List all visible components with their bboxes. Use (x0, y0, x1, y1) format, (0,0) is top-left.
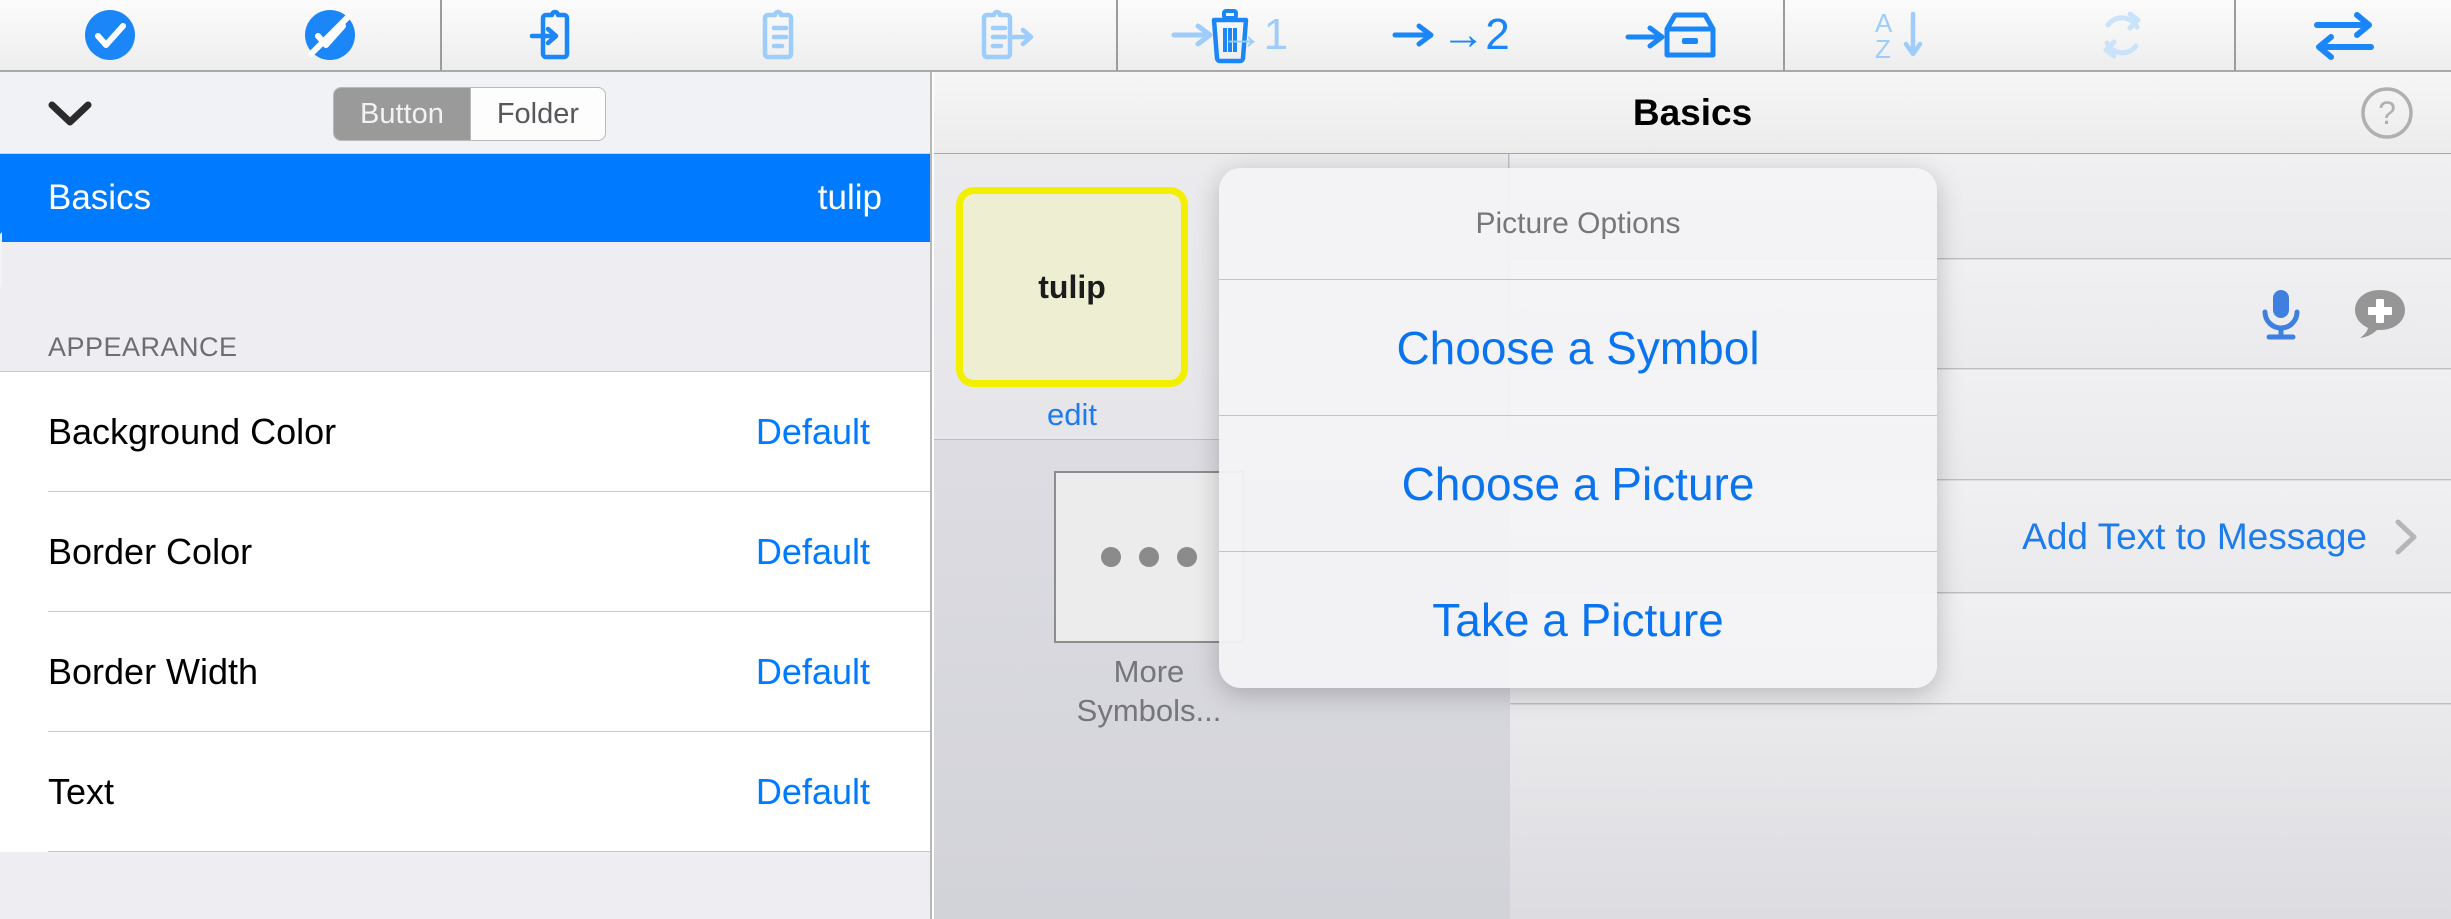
selected-item-value: tulip (817, 178, 882, 217)
popover-tail (0, 232, 2, 288)
app-window: →1 →2 A Z Button Folder Basics tulip APP… (0, 0, 2451, 919)
button-preview-label: tulip (1038, 268, 1106, 305)
toolbar-group-sort: A Z (1785, 0, 2234, 70)
settings-row-value: Default (755, 531, 870, 572)
help-button[interactable]: ? (2359, 85, 2415, 141)
import-to-clipboard-icon-button[interactable] (442, 0, 667, 71)
move-to-page-1-label: →1 (1219, 10, 1289, 59)
edit-button-link[interactable]: edit (956, 397, 1188, 433)
check-circle-slash-icon-button[interactable] (220, 0, 440, 71)
check-circle-icon-button[interactable] (0, 0, 220, 71)
clipboard-export-icon-button[interactable] (892, 0, 1117, 71)
section-spacer (0, 242, 930, 320)
clipboard-lines-icon (762, 9, 793, 60)
right-panel-header: Basics ? (934, 72, 2451, 154)
svg-text:Z: Z (1875, 34, 1891, 64)
sort-az-icon: A Z (1875, 8, 1923, 64)
settings-row-value: Default (755, 771, 870, 812)
toolbar-group-swap (2236, 0, 2451, 70)
detail-row-6[interactable] (1510, 705, 2451, 919)
move-to-page-1-button[interactable]: →1 (1118, 0, 1339, 71)
clipboard-lines-icon-button[interactable] (667, 0, 892, 71)
check-circle-slash-icon (305, 10, 355, 60)
button-preview-tile[interactable]: tulip (956, 187, 1188, 387)
top-toolbar: →1 →2 A Z (0, 0, 2451, 72)
settings-row-text[interactable]: Text Default (0, 732, 930, 852)
popover-item-choose-a-symbol[interactable]: Choose a Symbol (1219, 280, 1937, 416)
arrow-right-icon (1392, 23, 1434, 47)
chevron-down-icon (48, 101, 92, 125)
chevron-right-icon (2395, 519, 2417, 554)
segment-folder[interactable]: Folder (471, 88, 605, 140)
swap-arrows-icon (2313, 12, 2374, 60)
popover-item-choose-a-picture[interactable]: Choose a Picture (1219, 416, 1937, 552)
add-text-to-message-label: Add Text to Message (2022, 515, 2367, 557)
settings-row-border-width[interactable]: Border Width Default (0, 612, 930, 732)
question-mark-circle-icon: ? (2361, 86, 2413, 139)
collapse-chevron-button[interactable] (44, 87, 96, 139)
toolbar-group-clipboard (442, 0, 1248, 71)
more-symbols-tile[interactable] (1054, 471, 1244, 643)
settings-row-label: Border Color (48, 531, 253, 572)
settings-row-label: Border Width (48, 651, 259, 692)
add-to-message-button[interactable] (2351, 287, 2409, 341)
section-header-appearance: APPEARANCE (0, 320, 930, 372)
settings-row-label: Background Color (48, 411, 337, 452)
move-to-archive-button[interactable] (1562, 0, 1783, 71)
page-title: Basics (1632, 91, 1753, 133)
clipboard-export-icon (981, 9, 1033, 60)
toolbar-group-selection (0, 0, 440, 70)
microphone-icon (2262, 290, 2300, 340)
picture-options-popover: Picture Options Choose a Symbol Choose a… (1219, 168, 1937, 688)
swap-arrows-button[interactable] (2309, 0, 2379, 71)
popover-title: Picture Options (1219, 168, 1937, 280)
ellipsis-icon (1101, 547, 1121, 567)
toolbar-group-move: →1 →2 (1118, 0, 1783, 70)
settings-row-background-color[interactable]: Background Color Default (0, 372, 930, 492)
check-circle-icon (85, 10, 135, 60)
ellipsis-icon (1139, 547, 1159, 567)
selected-item-row-basics[interactable]: Basics tulip (0, 154, 930, 242)
settings-row-value: Default (755, 411, 870, 452)
import-to-clipboard-icon (529, 9, 569, 60)
settings-row-border-color[interactable]: Border Color Default (0, 492, 930, 612)
selected-item-title: Basics (48, 178, 152, 217)
more-symbols-caption-line2: Symbols... (1076, 692, 1222, 728)
move-to-page-2-button[interactable]: →2 (1340, 0, 1561, 71)
move-to-page-2-label: →2 (1441, 10, 1510, 59)
arrow-right-icon (1171, 23, 1213, 47)
refresh-button[interactable] (2010, 0, 2234, 71)
svg-text:?: ? (2378, 95, 2396, 131)
left-settings-panel: Button Folder Basics tulip APPEARANCE Ba… (0, 72, 932, 919)
button-folder-segmented-control[interactable]: Button Folder (333, 87, 607, 141)
left-panel-header: Button Folder (0, 72, 930, 154)
speech-bubble-plus-icon (2355, 290, 2405, 338)
settings-row-label: Text (48, 771, 115, 812)
sort-az-button[interactable]: A Z (1785, 0, 2009, 71)
refresh-icon (2103, 11, 2141, 59)
popover-item-take-a-picture[interactable]: Take a Picture (1219, 552, 1937, 688)
segment-button[interactable]: Button (334, 88, 470, 140)
ellipsis-icon (1177, 547, 1197, 567)
move-to-archive-icon (1625, 12, 1716, 58)
microphone-button[interactable] (2255, 285, 2307, 343)
settings-row-value: Default (755, 651, 870, 692)
